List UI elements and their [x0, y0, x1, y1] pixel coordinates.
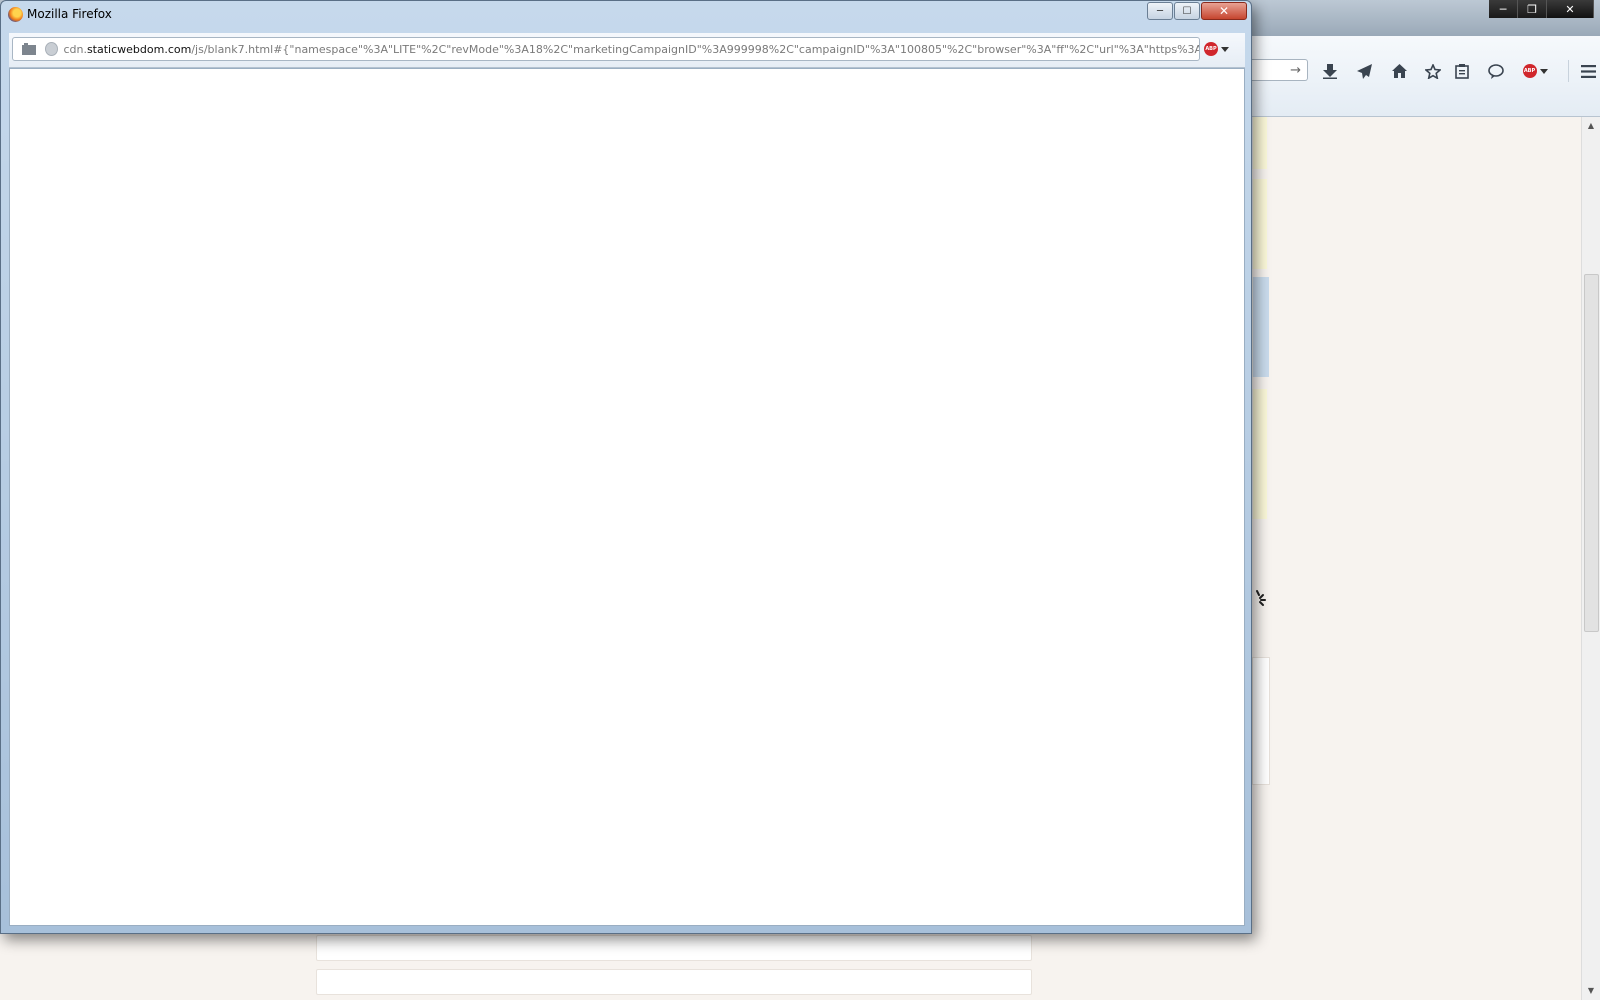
popup-url-row: cdn.staticwebdom.com/js/blank7.html#{"na… [9, 33, 1245, 68]
minimize-icon: ─ [1499, 2, 1507, 16]
download-icon[interactable] [1319, 60, 1341, 82]
chevron-down-icon [1539, 68, 1548, 74]
close-icon: ✕ [1218, 4, 1230, 18]
restore-icon: ❐ [1527, 2, 1537, 16]
minimize-icon: ─ [1156, 5, 1164, 17]
popup-adblock-button[interactable]: ABP [1204, 42, 1229, 56]
background-input-field[interactable] [316, 935, 1032, 961]
popup-page-content [9, 68, 1245, 926]
background-card [1252, 389, 1267, 519]
close-button[interactable]: ✕ [1547, 0, 1594, 18]
scroll-up-arrow-icon[interactable]: ▲ [1582, 119, 1600, 133]
popup-window-controls: ─ ☐ ✕ [1147, 2, 1247, 20]
background-window-controls: ─ ❐ ✕ [1489, 0, 1594, 18]
scrollbar-thumb[interactable] [1584, 274, 1599, 632]
adblock-icon: ABP [1204, 42, 1218, 56]
site-identity-globe-icon[interactable] [45, 42, 59, 56]
go-arrow-icon[interactable]: → [1290, 63, 1301, 78]
background-input-field[interactable] [316, 969, 1032, 995]
background-card [1252, 657, 1270, 785]
popup-url-field[interactable]: cdn.staticwebdom.com/js/blank7.html#{"na… [12, 37, 1200, 61]
popup-maximize-button[interactable]: ☐ [1174, 2, 1200, 20]
home-icon[interactable] [1388, 60, 1410, 82]
url-text[interactable]: cdn.staticwebdom.com/js/blank7.html#{"na… [63, 43, 1199, 56]
popup-window-title: Mozilla Firefox [27, 7, 112, 21]
firefox-logo-icon [8, 7, 23, 22]
minimize-button[interactable]: ─ [1489, 0, 1518, 18]
background-url-bar[interactable]: → [1252, 59, 1308, 81]
page-scrollbar[interactable]: ▲ ▼ [1581, 117, 1600, 1000]
popup-minimize-button[interactable]: ─ [1147, 2, 1173, 20]
background-card [1252, 117, 1267, 169]
adblock-badge: ABP [1522, 64, 1537, 78]
menu-icon[interactable] [1568, 60, 1599, 82]
bookmark-star-icon[interactable] [1422, 60, 1444, 82]
close-icon: ✕ [1565, 2, 1575, 16]
popup-close-button[interactable]: ✕ [1201, 2, 1247, 20]
scroll-down-arrow-icon[interactable]: ▼ [1582, 984, 1600, 998]
url-domain: staticwebdom.com [86, 42, 192, 56]
chat-icon[interactable] [1485, 60, 1507, 82]
background-card [1252, 179, 1267, 269]
send-icon[interactable] [1353, 60, 1375, 82]
background-card [1252, 277, 1269, 377]
url-path: /js/blank7.html#{"namespace"%3A"LITE"%2C… [191, 42, 1199, 56]
page-icon [20, 42, 38, 56]
restore-button[interactable]: ❐ [1518, 0, 1547, 18]
adblock-icon[interactable]: ABP [1520, 60, 1550, 82]
popup-window: Mozilla Firefox ─ ☐ ✕ cdn.staticwebdom.c… [0, 0, 1252, 934]
reading-list-icon[interactable] [1451, 60, 1473, 82]
maximize-icon: ☐ [1182, 5, 1192, 17]
chevron-down-icon [1221, 46, 1229, 52]
url-prefix: cdn. [63, 42, 87, 56]
